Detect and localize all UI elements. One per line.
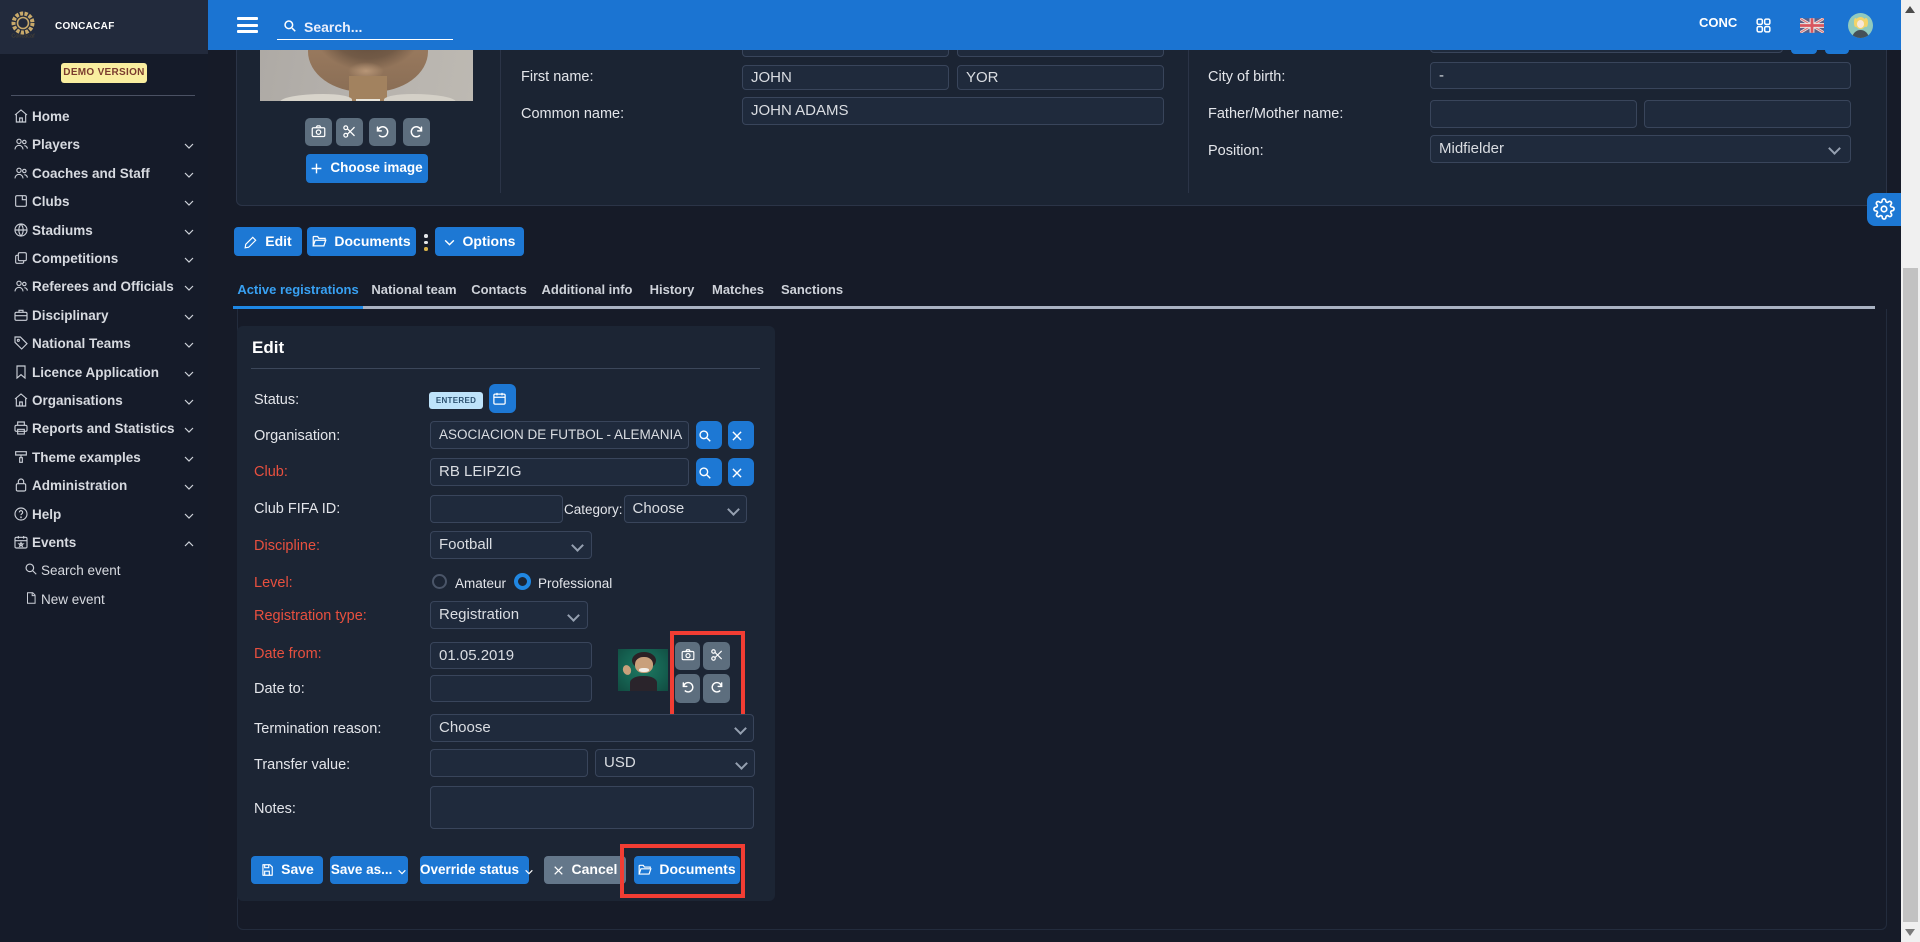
svg-text:Concacaf: Concacaf (11, 34, 35, 40)
